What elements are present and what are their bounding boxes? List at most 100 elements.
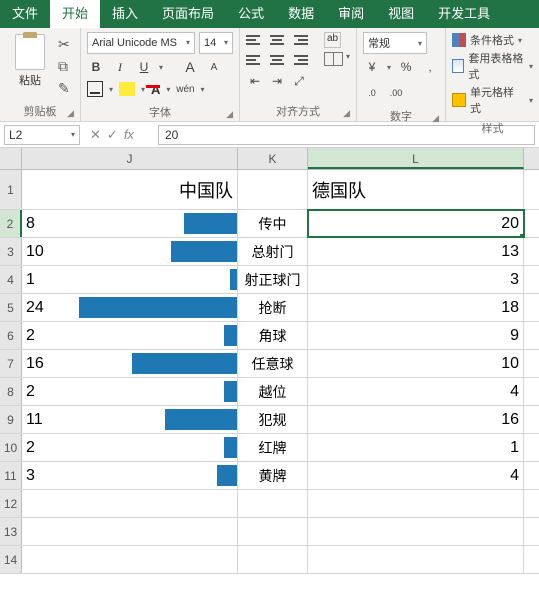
currency-dropdown-icon[interactable]: ▾	[387, 63, 391, 72]
tab-insert[interactable]: 插入	[100, 0, 150, 28]
comma-style-button[interactable]: ,	[421, 58, 439, 76]
cell[interactable]: 24	[22, 294, 238, 321]
row-header[interactable]: 3	[0, 238, 22, 265]
enter-formula-icon[interactable]: ✓	[107, 127, 118, 143]
format-as-table-button[interactable]: 套用表格格式▾	[452, 50, 533, 82]
borders-button[interactable]	[87, 81, 103, 97]
underline-button[interactable]: U	[135, 58, 153, 76]
cell[interactable]: 犯规	[238, 406, 308, 433]
cell[interactable]: 红牌	[238, 434, 308, 461]
format-painter-icon[interactable]: ✎	[58, 80, 74, 96]
number-format-select[interactable]: 常规▾	[363, 32, 427, 54]
cell[interactable]: 16	[308, 406, 524, 433]
orientation-button[interactable]: ⤢	[290, 72, 308, 90]
cell[interactable]: 1	[308, 434, 524, 461]
wrap-text-button[interactable]: ab	[324, 32, 341, 48]
increase-decimal-button[interactable]: .0	[363, 84, 381, 102]
number-launcher-icon[interactable]: ◢	[432, 113, 439, 124]
cancel-formula-icon[interactable]: ✕	[90, 127, 101, 143]
tab-developer[interactable]: 开发工具	[426, 0, 502, 28]
increase-indent-button[interactable]: ⇥	[268, 72, 286, 90]
tab-data[interactable]: 数据	[276, 0, 326, 28]
row-header[interactable]: 4	[0, 266, 22, 293]
cell[interactable]: 8	[22, 210, 238, 237]
col-header-L[interactable]: L	[308, 148, 524, 169]
cell[interactable]	[238, 170, 308, 209]
conditional-formatting-button[interactable]: 条件格式▾	[452, 32, 522, 48]
cell[interactable]: 9	[308, 322, 524, 349]
select-all-corner[interactable]	[0, 148, 22, 169]
italic-button[interactable]: I	[111, 58, 129, 76]
align-bottom-button[interactable]	[290, 32, 308, 48]
cell[interactable]	[238, 490, 308, 517]
cell[interactable]	[308, 490, 524, 517]
cell[interactable]: 德国队	[308, 170, 524, 209]
row-header[interactable]: 13	[0, 518, 22, 545]
cell[interactable]	[22, 546, 238, 573]
phonetic-dropdown-icon[interactable]: ▾	[200, 85, 204, 94]
tab-review[interactable]: 审阅	[326, 0, 376, 28]
merge-cells-button[interactable]	[324, 52, 342, 66]
name-box[interactable]: L2▾	[4, 125, 80, 145]
paste-button[interactable]: 粘贴	[19, 72, 41, 88]
cell[interactable]: 射正球门	[238, 266, 308, 293]
align-right-button[interactable]	[290, 52, 308, 68]
row-header[interactable]: 14	[0, 546, 22, 573]
cell[interactable]	[22, 490, 238, 517]
tab-formulas[interactable]: 公式	[226, 0, 276, 28]
cell[interactable]: 总射门	[238, 238, 308, 265]
clipboard-launcher-icon[interactable]: ◢	[67, 108, 74, 119]
cell-styles-button[interactable]: 单元格样式▾	[452, 84, 533, 116]
cell[interactable]: 角球	[238, 322, 308, 349]
shrink-font-button[interactable]: A	[205, 58, 223, 76]
cell[interactable]	[308, 546, 524, 573]
font-launcher-icon[interactable]: ◢	[226, 109, 233, 120]
cell[interactable]	[238, 518, 308, 545]
merge-dropdown-icon[interactable]: ▾	[346, 52, 350, 68]
font-name-select[interactable]: Arial Unicode MS▾	[87, 32, 195, 54]
tab-home[interactable]: 开始	[50, 0, 100, 28]
cell[interactable]: 4	[308, 378, 524, 405]
row-header[interactable]: 2	[0, 210, 22, 237]
row-header[interactable]: 8	[0, 378, 22, 405]
row-header[interactable]: 1	[0, 170, 22, 209]
bold-button[interactable]: B	[87, 58, 105, 76]
cell[interactable]: 1	[22, 266, 238, 293]
chevron-down-icon[interactable]: ▾	[186, 33, 190, 53]
cut-icon[interactable]: ✂	[58, 36, 74, 52]
cell[interactable]: 11	[22, 406, 238, 433]
align-launcher-icon[interactable]: ◢	[343, 108, 350, 119]
row-header[interactable]: 11	[0, 462, 22, 489]
phonetic-button[interactable]: wén	[176, 80, 194, 98]
paste-icon[interactable]	[15, 34, 45, 70]
tab-view[interactable]: 视图	[376, 0, 426, 28]
borders-dropdown-icon[interactable]: ▾	[109, 85, 113, 94]
cell[interactable]: 13	[308, 238, 524, 265]
cell[interactable]	[308, 518, 524, 545]
decrease-indent-button[interactable]: ⇤	[246, 72, 264, 90]
fx-icon[interactable]: fx	[124, 127, 134, 143]
cell[interactable]: 2	[22, 322, 238, 349]
chevron-down-icon[interactable]: ▾	[418, 39, 422, 48]
cell[interactable]	[238, 546, 308, 573]
cell[interactable]: 2	[22, 378, 238, 405]
tab-file[interactable]: 文件	[0, 0, 50, 28]
cell[interactable]: 越位	[238, 378, 308, 405]
font-color-button[interactable]: A	[151, 82, 160, 97]
row-header[interactable]: 7	[0, 350, 22, 377]
chevron-down-icon[interactable]: ▾	[71, 130, 75, 139]
row-header[interactable]: 9	[0, 406, 22, 433]
worksheet-grid[interactable]: J K L 1 中国队 德国队2 8 传中 203 10 总射门 134 1 射…	[0, 148, 539, 574]
align-left-button[interactable]	[246, 52, 264, 68]
fill-dropdown-icon[interactable]: ▾	[141, 85, 145, 94]
grow-font-button[interactable]: A	[181, 58, 199, 76]
cell[interactable]: 中国队	[22, 170, 238, 209]
currency-button[interactable]: ¥	[363, 58, 381, 76]
copy-icon[interactable]: ⧉	[58, 58, 74, 74]
align-center-button[interactable]	[268, 52, 286, 68]
decrease-decimal-button[interactable]: .00	[387, 84, 405, 102]
chevron-down-icon[interactable]: ▾	[224, 33, 228, 53]
underline-dropdown-icon[interactable]: ▾	[159, 63, 163, 72]
cell[interactable]: 黄牌	[238, 462, 308, 489]
row-header[interactable]: 5	[0, 294, 22, 321]
